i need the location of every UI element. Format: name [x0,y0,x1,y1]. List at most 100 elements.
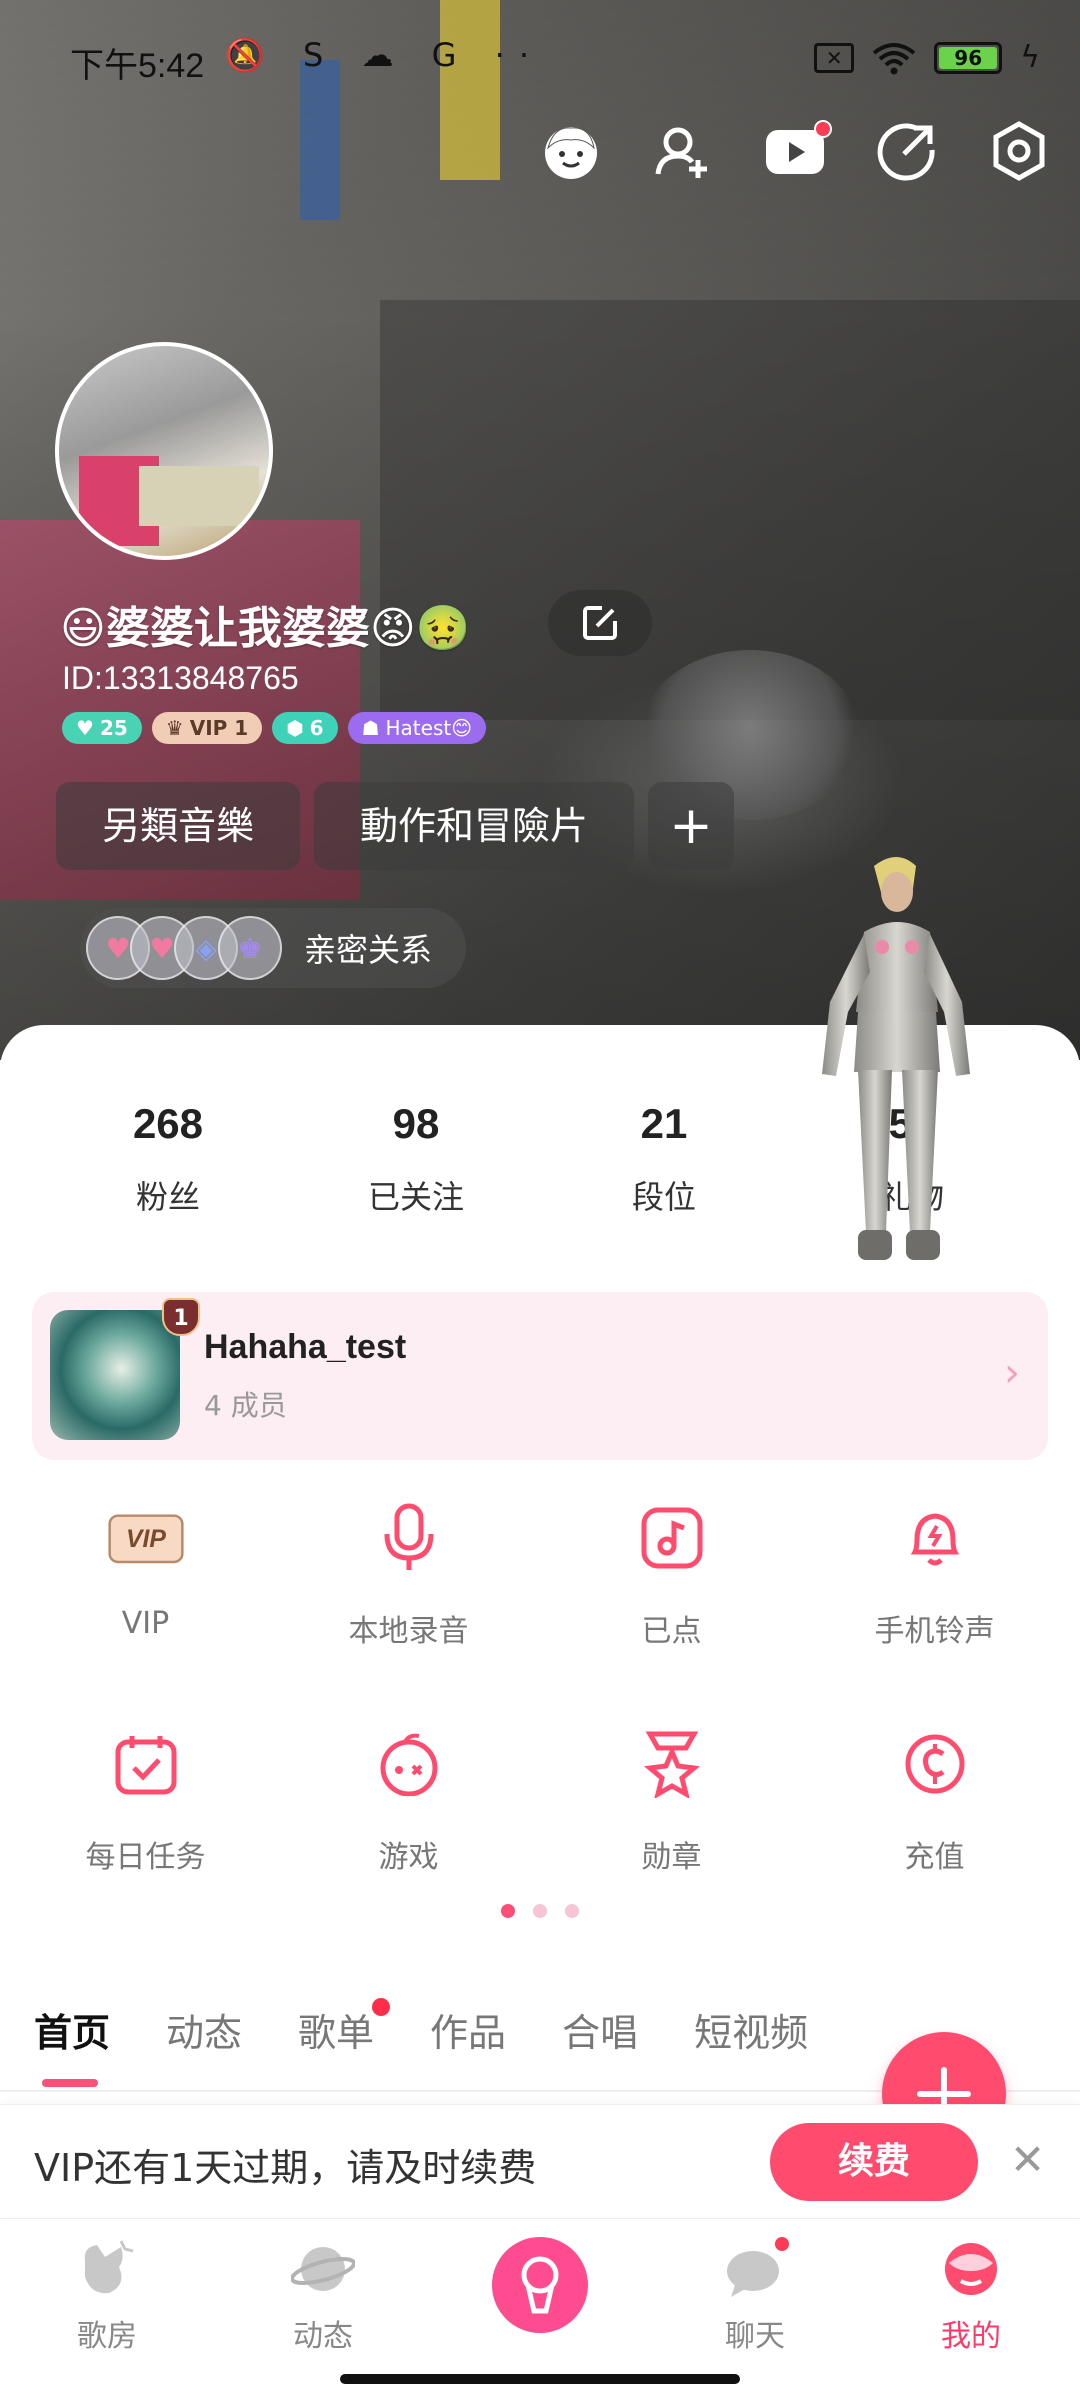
feature-medals[interactable]: 勋章 [540,1726,803,1952]
badge-row: ♥ 25 ♛ VIP 1 ⬢ 6 ☗ Hatest😊 [62,712,487,744]
page-dot [565,1904,579,1918]
coin-icon [897,1726,973,1802]
add-friend-button[interactable] [652,120,714,182]
tab-works[interactable]: 作品 [430,2002,506,2057]
avatar[interactable] [55,342,273,560]
nav-me[interactable]: 我的 [906,2237,1036,2355]
planet-icon [290,2237,356,2301]
nav-sing-button[interactable] [492,2237,588,2333]
video-button[interactable] [764,120,832,182]
microphone-icon [371,1500,447,1576]
stat-label: 粉丝 [135,1178,200,1216]
edit-profile-button[interactable] [548,590,652,656]
page-dot [501,1904,515,1918]
feature-recharge[interactable]: 充值 [803,1726,1066,1952]
stat-rank[interactable]: 21 段位 [540,1100,788,1218]
tab-home[interactable]: 首页 [34,2002,110,2087]
level-badge-value: 25 [99,716,128,740]
family-member-count: 4 成员 [204,1389,287,1422]
status-time: 下午5:42 [70,47,205,85]
avatar-3d-figure[interactable] [812,852,982,1272]
stat-label: 段位 [631,1178,696,1216]
battery-icon: 96 [934,41,1003,74]
page-dot [533,1904,547,1918]
family-name: Hahaha_test [204,1328,407,1366]
tab-short-video[interactable]: 短视频 [694,2002,808,2057]
intimate-avatars: ♥ ♥ ◈ ♚ [86,916,282,980]
nav-moments[interactable]: 动态 [258,2237,388,2355]
feature-label: 本地录音 [348,1614,469,1649]
share-button[interactable] [876,120,938,182]
feature-local-recording[interactable]: 本地录音 [277,1500,540,1726]
game-icon [371,1726,447,1802]
gem-badge-value: 6 [309,716,324,740]
stat-value: 21 [640,1100,688,1147]
nav-song-room[interactable]: 歌房 [42,2237,172,2355]
notification-dot [773,2235,791,2253]
svg-text:VIP: VIP [126,1526,166,1553]
stat-value: 268 [132,1100,204,1147]
no-sim-icon: ✕ [814,42,855,73]
profile-tabs: 首页 动态 歌单 作品 合唱 短视频 [34,1998,864,2087]
gem-badge[interactable]: ⬢ 6 [272,712,338,744]
charging-icon: ϟ [1020,40,1040,75]
family-cover-image [50,1310,180,1440]
heart-icon: ♥ [76,716,94,740]
wifi-icon [872,42,916,74]
vip-expiry-banner: VIP还有1天过期，请及时续费 续费 ✕ [0,2104,1080,2216]
feature-label: VIP [121,1606,170,1641]
tab-duet[interactable]: 合唱 [562,2002,638,2057]
feature-ordered[interactable]: 已点 [540,1500,803,1726]
nav-label: 我的 [941,2319,1001,2354]
feature-ringtone[interactable]: 手机铃声 [803,1500,1066,1726]
feature-games[interactable]: 游戏 [277,1726,540,1952]
chevron-right-icon: › [1004,1350,1020,1396]
settings-button[interactable] [988,120,1050,182]
family-card[interactable]: 1 Hahaha_test 4 成员 › [32,1292,1048,1460]
renew-button[interactable]: 续费 [770,2123,978,2201]
feature-daily-tasks[interactable]: 每日任务 [14,1726,277,1952]
song-room-icon [75,2237,139,2301]
tab-moments[interactable]: 动态 [166,2002,242,2057]
microphone-icon [521,2256,559,2314]
stat-following[interactable]: 98 已关注 [292,1100,540,1218]
interest-tag[interactable]: 另類音樂 [56,782,301,870]
gear-icon [993,121,1045,181]
vip-badge[interactable]: ♛ VIP 1 [151,712,263,744]
feature-grid: VIP VIP 本地录音 已点 手机铃声 每日任务 游戏 勋章 充值 [0,1500,1080,1952]
feature-row: VIP VIP 本地录音 已点 手机铃声 [0,1500,1080,1726]
tab-playlist[interactable]: 歌单 [298,1998,391,2057]
stat-value: 98 [392,1100,440,1147]
add-tag-button[interactable]: + [648,782,735,870]
chat-icon [723,2235,791,2301]
status-notification-icons: 🔕 S ☁ G ·· [225,36,543,74]
feature-vip[interactable]: VIP VIP [14,1500,277,1726]
feature-label: 已点 [641,1614,702,1649]
avatar-face-button[interactable] [540,120,602,182]
avatar-decoration [139,466,259,526]
stat-fans[interactable]: 268 粉丝 [44,1100,292,1218]
interest-tags: 另類音樂 動作和冒險片 + [56,782,735,870]
interest-tag[interactable]: 動作和冒險片 [314,782,635,870]
vip-expiry-message: VIP还有1天过期，请及时续费 [34,2146,537,2190]
vip-icon: VIP [107,1500,184,1576]
notification-dot [372,1998,391,2016]
nav-label: 聊天 [725,2319,785,2354]
family-badge[interactable]: ☗ Hatest😊 [347,712,487,744]
close-icon[interactable]: ✕ [1010,2135,1045,2184]
family-level-badge: 1 [162,1298,200,1336]
feature-row: 每日任务 游戏 勋章 充值 [0,1726,1080,1952]
calendar-check-icon [108,1726,184,1802]
feature-label: 游戏 [378,1840,439,1875]
home-indicator[interactable] [340,2374,740,2384]
status-right: ✕ 96 ϟ [814,40,1040,75]
feature-label: 每日任务 [85,1840,206,1875]
nav-chat[interactable]: 聊天 [690,2235,820,2355]
nav-label: 动态 [293,2319,353,2354]
stat-label: 已关注 [367,1178,464,1216]
page-indicator [0,1904,1080,1918]
level-badge[interactable]: ♥ 25 [62,712,142,744]
vip-badge-value: VIP 1 [189,716,249,740]
battery-level: 96 [939,46,998,69]
intimate-relations-button[interactable]: ♥ ♥ ◈ ♚ 亲密关系 [80,908,466,988]
